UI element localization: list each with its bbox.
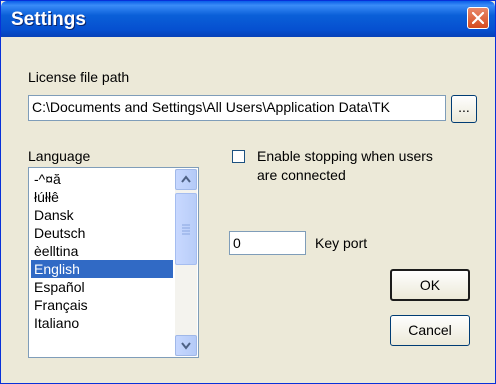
- scroll-down-button[interactable]: [175, 335, 197, 356]
- language-item[interactable]: èelltina: [31, 242, 173, 260]
- language-label: Language: [28, 148, 91, 164]
- language-scrollbar[interactable]: [175, 169, 197, 356]
- language-item[interactable]: Français: [31, 296, 173, 314]
- window-title: Settings: [11, 9, 86, 30]
- language-item[interactable]: Español: [31, 278, 173, 296]
- key-port-label: Key port: [315, 235, 368, 251]
- language-item[interactable]: łúłłê: [31, 188, 173, 206]
- cancel-button[interactable]: Cancel: [390, 315, 470, 346]
- title-bar: Settings: [1, 1, 495, 37]
- language-item[interactable]: Dansk: [31, 206, 173, 224]
- license-path-label: License file path: [28, 69, 130, 85]
- grip-icon: [182, 224, 190, 235]
- browse-button[interactable]: ...: [451, 95, 477, 123]
- language-listbox[interactable]: -^¤ă łúłłê Dansk Deutsch èelltina Englis…: [28, 167, 199, 358]
- close-icon: [472, 12, 484, 24]
- language-item-selected[interactable]: English: [31, 260, 173, 278]
- enable-stopping-label-line2: are connected: [257, 167, 346, 183]
- chevron-down-icon: [181, 342, 191, 350]
- scroll-up-button[interactable]: [175, 169, 197, 190]
- settings-dialog: Settings License file path C:\Documents …: [0, 0, 496, 384]
- enable-stopping-checkbox[interactable]: [232, 150, 245, 163]
- language-item[interactable]: Deutsch: [31, 224, 173, 242]
- enable-stopping-label: Enable stopping when users: [257, 148, 433, 164]
- ok-button[interactable]: OK: [390, 269, 470, 301]
- chevron-up-icon: [181, 175, 191, 183]
- language-item[interactable]: Italiano: [31, 314, 173, 332]
- language-item[interactable]: -^¤ă: [31, 170, 173, 188]
- license-path-input[interactable]: C:\Documents and Settings\All Users\Appl…: [28, 95, 446, 121]
- close-button[interactable]: [467, 7, 489, 29]
- key-port-input[interactable]: 0: [229, 231, 306, 255]
- scroll-thumb[interactable]: [175, 193, 197, 265]
